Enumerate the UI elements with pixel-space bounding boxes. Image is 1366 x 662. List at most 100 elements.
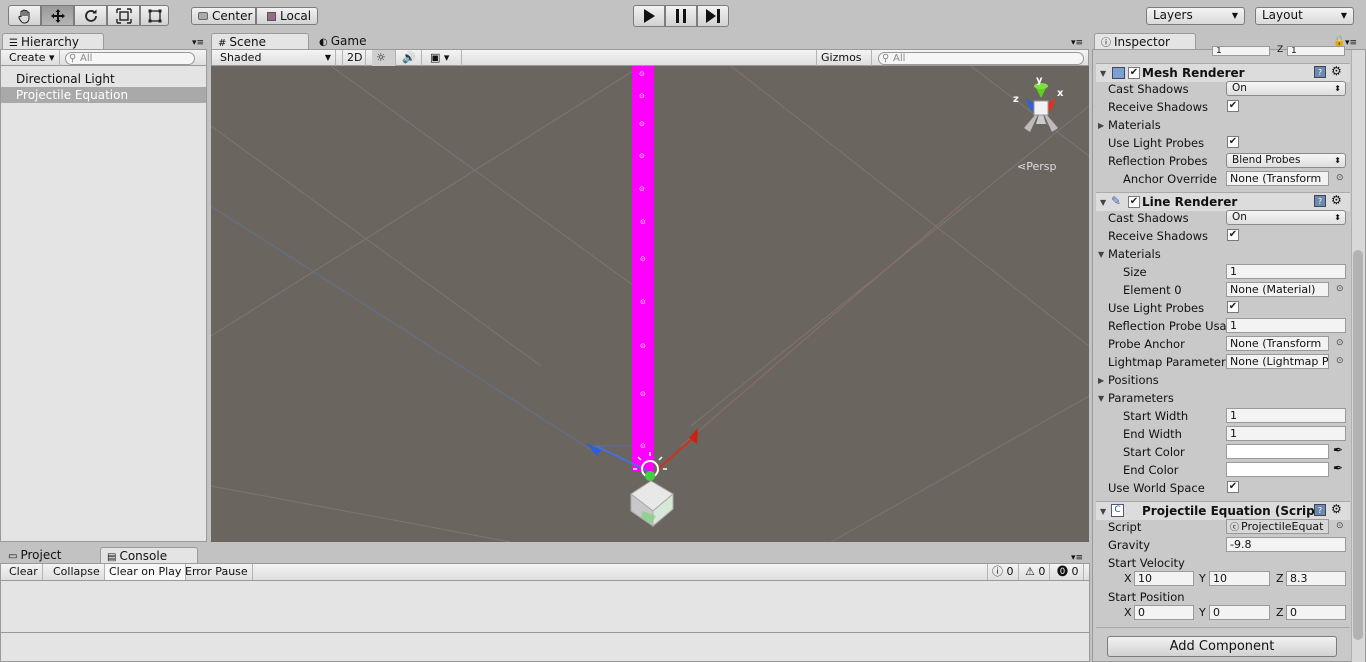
clear-on-play-toggle[interactable]: Clear on Play xyxy=(105,564,187,580)
lr-use-light-probes-checkbox[interactable]: ✔ xyxy=(1227,301,1239,313)
use-world-space-checkbox[interactable]: ✔ xyxy=(1227,481,1239,493)
lr-materials-label[interactable]: Materials xyxy=(1108,247,1161,261)
panel-menu-icon[interactable]: ▾≡ xyxy=(192,38,204,48)
clear-button[interactable]: Clear xyxy=(5,564,43,580)
lr-cast-shadows-select[interactable]: On ⬍ xyxy=(1226,210,1346,225)
position-z-field[interactable]: 0 xyxy=(1286,605,1346,620)
warning-filter-toggle[interactable]: ⚠ 0 xyxy=(1021,564,1051,580)
gravity-field[interactable]: -9.8 xyxy=(1226,537,1346,552)
reflection-probe-usage-field[interactable]: 1 xyxy=(1226,318,1346,333)
line-renderer-enabled-checkbox[interactable]: ✔ xyxy=(1128,196,1140,208)
position-x-field[interactable]: 0 xyxy=(1134,605,1194,620)
2d-toggle[interactable]: 2D xyxy=(342,50,366,66)
mesh-renderer-enabled-checkbox[interactable]: ✔ xyxy=(1128,67,1140,79)
parameters-foldout-icon[interactable]: ▼ xyxy=(1098,394,1104,403)
element0-field[interactable]: None (Material) xyxy=(1226,282,1329,297)
effects-dropdown[interactable]: ▣ ▾ xyxy=(426,50,462,66)
rotate-tool-button[interactable] xyxy=(74,5,107,26)
help-icon[interactable]: ? xyxy=(1314,504,1326,516)
collapse-button[interactable]: Collapse xyxy=(49,564,105,580)
lighting-toggle[interactable]: ☼ xyxy=(372,50,396,66)
object-picker-icon[interactable]: ⊙ xyxy=(1336,356,1344,366)
pause-button[interactable] xyxy=(665,5,697,27)
scale-z-field[interactable]: 1 xyxy=(1287,46,1345,56)
gear-icon[interactable]: ⚙ xyxy=(1331,502,1342,516)
tab-hierarchy[interactable]: ☰ Hierarchy xyxy=(2,33,104,50)
tab-project[interactable]: ▭ Project xyxy=(2,547,98,563)
position-y-field[interactable]: 0 xyxy=(1209,605,1270,620)
gear-icon[interactable]: ⚙ xyxy=(1331,193,1342,207)
orientation-gizmo[interactable] xyxy=(1006,76,1076,156)
scene-view[interactable]: ⊙ ⊙ ⊙ ⊙ ⊙ ⊙ ⊙ ⊙ ⊙ ⊙ ⊙ y x z ⋖Persp xyxy=(211,66,1089,542)
projectile-script-header[interactable]: ▼ C Projectile Equation (Script ? ⚙ xyxy=(1096,501,1350,520)
object-picker-icon[interactable]: ⊙ xyxy=(1336,284,1344,294)
projection-toggle[interactable]: ⋖Persp xyxy=(1017,160,1056,173)
object-picker-icon[interactable]: ⊙ xyxy=(1336,338,1344,348)
error-filter-toggle[interactable]: ⓿ 0 xyxy=(1053,564,1084,580)
panel-menu-icon[interactable]: ▾≡ xyxy=(1071,553,1083,563)
mesh-renderer-header[interactable]: ▼ ✔ Mesh Renderer ? ⚙ xyxy=(1096,63,1350,82)
positions-label[interactable]: Positions xyxy=(1108,373,1159,387)
create-dropdown[interactable]: Create ▾ xyxy=(5,50,60,66)
parameters-label[interactable]: Parameters xyxy=(1108,391,1174,405)
list-item-selected[interactable]: Projectile Equation xyxy=(1,87,206,103)
shaded-dropdown[interactable]: Shaded ▼ xyxy=(216,50,336,66)
lightmap-parameters-field[interactable]: None (Lightmap P xyxy=(1226,354,1329,369)
help-icon[interactable]: ? xyxy=(1314,66,1326,78)
help-icon[interactable]: ? xyxy=(1314,195,1326,207)
tab-console[interactable]: ▤ Console xyxy=(100,547,198,563)
lr-receive-shadows-checkbox[interactable]: ✔ xyxy=(1227,229,1239,241)
line-renderer-header[interactable]: ▼ ✎ ✔ Line Renderer ? ⚙ xyxy=(1096,192,1350,211)
scale-y-field[interactable]: 1 xyxy=(1212,46,1270,56)
layout-dropdown[interactable]: Layout ▼ xyxy=(1255,7,1354,25)
step-button[interactable] xyxy=(697,5,729,27)
space-local-button[interactable]: Local xyxy=(256,7,318,25)
pivot-center-button[interactable]: Center xyxy=(191,7,256,25)
size-field[interactable]: 1 xyxy=(1226,264,1346,279)
list-item[interactable]: Directional Light xyxy=(1,71,206,87)
lr-materials-foldout-icon[interactable]: ▼ xyxy=(1098,250,1104,259)
hand-tool-button[interactable] xyxy=(8,5,41,26)
panel-menu-icon[interactable]: ▾≡ xyxy=(1345,38,1357,48)
tab-scene[interactable]: # Scene xyxy=(211,33,309,50)
script-field[interactable]: ⓒ ProjectileEquat xyxy=(1226,519,1329,534)
object-picker-icon[interactable]: ⊙ xyxy=(1336,521,1344,531)
scene-search-input[interactable]: ⚲ All xyxy=(878,52,1084,65)
probe-anchor-field[interactable]: None (Transform xyxy=(1226,336,1329,351)
tab-game[interactable]: ◐ Game xyxy=(313,33,383,50)
console-divider[interactable] xyxy=(1,632,1089,633)
anchor-override-field[interactable]: None (Transform xyxy=(1226,171,1329,186)
log-filter-toggle[interactable]: ⓘ 0 xyxy=(987,564,1019,580)
rect-tool-button[interactable] xyxy=(140,5,169,26)
receive-shadows-checkbox[interactable]: ✔ xyxy=(1227,100,1239,112)
move-tool-button[interactable] xyxy=(41,5,74,26)
use-light-probes-checkbox[interactable]: ✔ xyxy=(1227,136,1239,148)
audio-toggle[interactable]: 🔊 xyxy=(398,50,422,66)
velocity-z-field[interactable]: 8.3 xyxy=(1286,571,1346,586)
cast-shadows-select[interactable]: On ⬍ xyxy=(1226,81,1346,96)
reflection-probes-select[interactable]: Blend Probes ⬍ xyxy=(1226,153,1346,168)
materials-foldout-icon[interactable]: ▶ xyxy=(1098,121,1104,130)
scale-tool-button[interactable] xyxy=(107,5,140,26)
positions-foldout-icon[interactable]: ▶ xyxy=(1098,376,1104,385)
layers-dropdown[interactable]: Layers ▼ xyxy=(1146,7,1245,25)
object-picker-icon[interactable]: ⊙ xyxy=(1336,173,1344,183)
tab-inspector[interactable]: ⓘ Inspector xyxy=(1094,33,1196,50)
eyedropper-icon[interactable]: ✒ xyxy=(1333,443,1343,457)
hierarchy-search-input[interactable]: ⚲ All xyxy=(65,52,195,65)
add-component-button[interactable]: Add Component xyxy=(1107,636,1337,657)
velocity-x-field[interactable]: 10 xyxy=(1134,571,1194,586)
end-width-field[interactable]: 1 xyxy=(1226,426,1346,441)
error-pause-toggle[interactable]: Error Pause xyxy=(181,564,253,580)
eyedropper-icon[interactable]: ✒ xyxy=(1333,461,1343,475)
gear-icon[interactable]: ⚙ xyxy=(1331,64,1342,78)
play-button[interactable] xyxy=(633,5,665,27)
start-velocity-label: Start Velocity xyxy=(1108,556,1185,570)
start-width-field[interactable]: 1 xyxy=(1226,408,1346,423)
panel-menu-icon[interactable]: ▾≡ xyxy=(1071,38,1083,48)
start-color-swatch[interactable] xyxy=(1226,444,1329,459)
scrollbar-thumb[interactable] xyxy=(1353,250,1363,640)
velocity-y-field[interactable]: 10 xyxy=(1209,571,1270,586)
materials-label[interactable]: Materials xyxy=(1108,118,1161,132)
end-color-swatch[interactable] xyxy=(1226,462,1329,477)
